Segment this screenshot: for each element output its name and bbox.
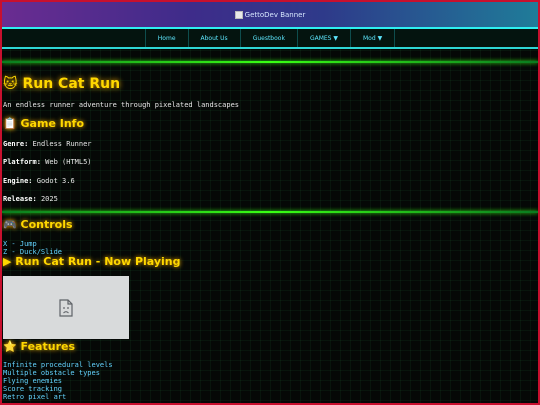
divider-top: [2, 61, 538, 63]
info-row-genre: Genre: Endless Runner: [3, 140, 92, 148]
nav-home[interactable]: Home: [144, 29, 188, 47]
info-value: Web (HTML5): [45, 158, 92, 166]
banner-alt-text: GettoDev Banner: [244, 10, 306, 19]
controls-heading: 🎮 Controls: [3, 218, 73, 231]
info-label: Platform:: [3, 158, 41, 166]
now-playing-heading: ▶ Run Cat Run - Now Playing: [3, 255, 181, 268]
features-heading: ⭐ Features: [3, 340, 75, 353]
feature-item: Flying enemies: [3, 377, 63, 385]
feature-item: Infinite procedural levels: [3, 361, 113, 369]
info-row-engine: Engine: Godot 3.6: [3, 177, 75, 185]
info-label: Genre:: [3, 140, 29, 148]
feature-item: Score tracking: [3, 385, 63, 393]
sad-page-icon: [59, 298, 73, 317]
info-label: Release:: [3, 195, 37, 203]
info-row-release: Release: 2025: [3, 195, 58, 203]
banner-image: GettoDev Banner: [234, 10, 306, 19]
feature-item: Multiple obstacle types: [3, 369, 100, 377]
info-value: Godot 3.6: [36, 177, 75, 185]
site-banner: GettoDev Banner: [2, 2, 538, 29]
nav-mod-dropdown[interactable]: Mod ▼: [350, 29, 396, 47]
control-item: X - Jump: [3, 240, 37, 248]
nav-guestbook[interactable]: Guestbook: [239, 29, 297, 47]
info-label: Engine:: [3, 177, 33, 185]
page-subtitle: An endless runner adventure through pixe…: [3, 101, 240, 109]
feature-item: Retro pixel art: [3, 393, 67, 401]
game-embed-frame[interactable]: [3, 276, 129, 339]
info-row-platform: Platform: Web (HTML5): [3, 158, 92, 166]
divider-middle: [2, 211, 538, 213]
game-info-heading: 📋 Game Info: [3, 117, 84, 130]
info-value: Endless Runner: [32, 140, 92, 148]
nav-about-us[interactable]: About Us: [187, 29, 240, 47]
broken-image-icon: [234, 10, 243, 19]
nav-games-dropdown[interactable]: GAMES ▼: [296, 29, 350, 47]
main-nav: Home About Us Guestbook GAMES ▼ Mod ▼: [2, 29, 538, 49]
page-title: 🐱 Run Cat Run: [3, 76, 121, 92]
info-value: 2025: [40, 195, 58, 203]
